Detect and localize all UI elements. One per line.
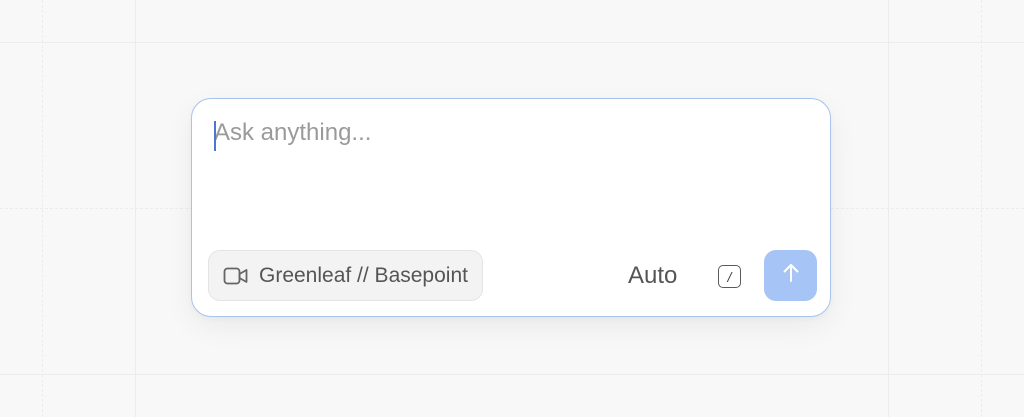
slash-command-label: / xyxy=(727,268,732,285)
text-caret xyxy=(214,121,216,151)
slash-command-icon[interactable]: / xyxy=(718,265,741,288)
context-chip-button[interactable]: Greenleaf // Basepoint xyxy=(208,250,483,301)
page-canvas: Greenleaf // Basepoint Auto / xyxy=(0,0,1024,417)
mode-selector[interactable]: Auto xyxy=(628,259,677,293)
video-camera-icon xyxy=(223,265,249,287)
prompt-input[interactable] xyxy=(214,119,804,229)
send-button[interactable] xyxy=(764,250,817,301)
prompt-composer: Greenleaf // Basepoint Auto / xyxy=(191,98,831,317)
grid-line xyxy=(0,374,1024,375)
grid-line xyxy=(0,42,1024,43)
arrow-up-icon xyxy=(781,262,801,289)
context-chip-label: Greenleaf // Basepoint xyxy=(259,263,468,287)
